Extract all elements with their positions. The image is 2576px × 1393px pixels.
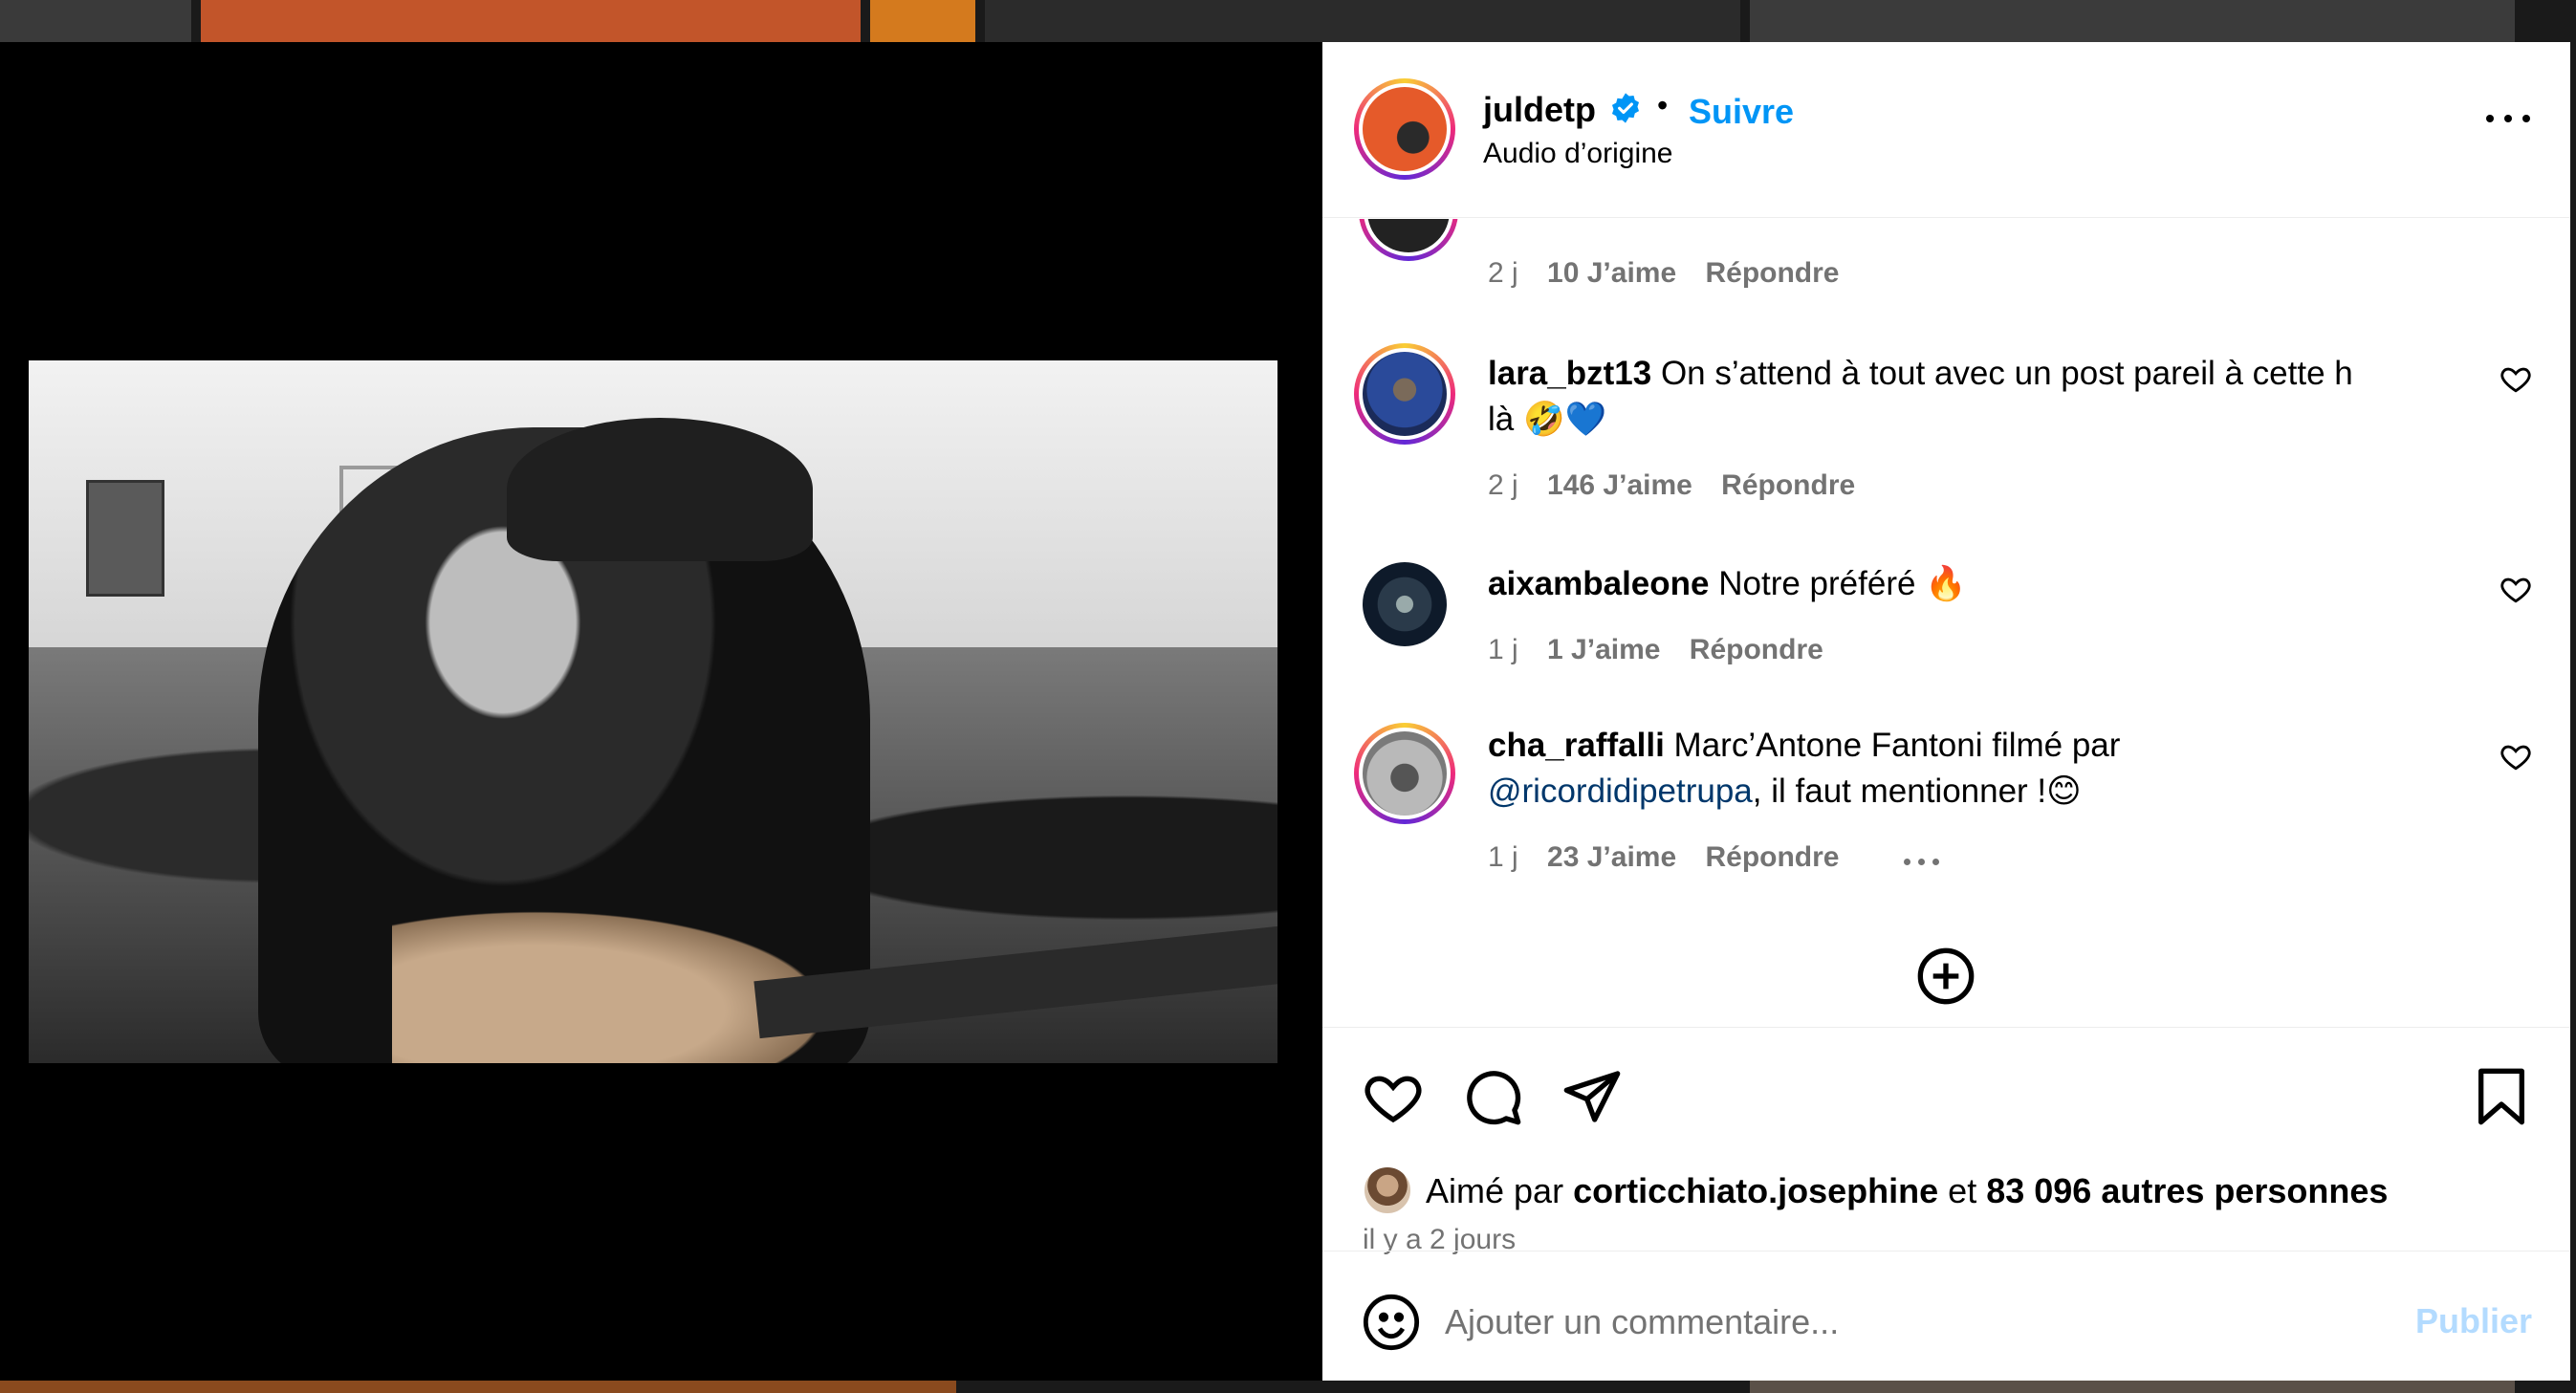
- comment-likes[interactable]: 10 J’aime: [1547, 257, 1676, 289]
- author-avatar-image: [1363, 87, 1447, 171]
- heart-icon[interactable]: [2500, 740, 2532, 773]
- bg-tile: [870, 0, 975, 42]
- comment-text: aixambaleone Notre préféré 🔥: [1488, 561, 2473, 607]
- comment-input[interactable]: [1445, 1295, 2305, 1349]
- comment-age: 2 j: [1488, 257, 1518, 289]
- header-separator: •: [1657, 88, 1669, 122]
- video-scene-cap: [507, 418, 813, 561]
- comment-username[interactable]: lara_bzt13: [1488, 355, 1651, 392]
- comment-age: 1 j: [1488, 634, 1518, 665]
- comment-avatar[interactable]: [1359, 219, 1458, 261]
- comment-composer: Publier: [1322, 1251, 2570, 1381]
- add-circle-icon[interactable]: [1915, 946, 1976, 1007]
- comment-age: 1 j: [1488, 841, 1518, 873]
- comment-body: Marc’Antone Fantoni filmé par: [1673, 727, 2121, 764]
- comment-mention[interactable]: @ricordidipetrupa: [1488, 773, 1753, 810]
- bg-tile: [985, 0, 1740, 42]
- comment-meta: 1 j 23 J’aime Répondre: [1488, 841, 1861, 874]
- post-side-panel: juldetp • Suivre Audio d’origine 2 j 10 …: [1322, 42, 2570, 1381]
- comment-likes[interactable]: 146 J’aime: [1547, 469, 1692, 501]
- comment-body: Notre préféré 🔥: [1718, 565, 1967, 602]
- reply-button[interactable]: Répondre: [1705, 841, 1839, 873]
- comment-avatar[interactable]: [1354, 343, 1455, 445]
- likes-and: et: [1948, 1171, 1977, 1210]
- comment-meta: 2 j 146 J’aime Répondre: [1488, 469, 1876, 502]
- comment-text: cha_raffalli Marc’Antone Fantoni filmé p…: [1488, 723, 2473, 815]
- likes-prefix: Aimé par: [1426, 1171, 1564, 1210]
- post-modal: juldetp • Suivre Audio d’origine 2 j 10 …: [0, 42, 2570, 1381]
- likes-count[interactable]: 83 096 autres personnes: [1986, 1171, 2388, 1210]
- likes-summary: Aimé par corticchiato.josephine et 83 09…: [1426, 1171, 2388, 1211]
- more-icon: [2486, 115, 2494, 122]
- bookmark-icon[interactable]: [2471, 1066, 2532, 1127]
- liker-username[interactable]: corticchiato.josephine: [1573, 1171, 1938, 1210]
- comment-icon[interactable]: [1462, 1066, 1523, 1127]
- comment-username[interactable]: aixambaleone: [1488, 565, 1710, 602]
- comment-avatar[interactable]: [1354, 723, 1455, 824]
- heart-icon[interactable]: [1363, 1066, 1424, 1127]
- comment-body-continued: , il faut mentionner !😊: [1752, 773, 2082, 810]
- bg-tile: [1750, 0, 2515, 42]
- verified-badge-icon: [1611, 93, 1640, 123]
- comments-list[interactable]: 2 j 10 J’aime Répondre lara_bzt13 On s’a…: [1322, 219, 2570, 1027]
- audio-link[interactable]: Audio d’origine: [1483, 138, 1672, 170]
- publish-button[interactable]: Publier: [2415, 1301, 2532, 1341]
- comment-body-continued: là 🤣💙: [1488, 401, 1607, 438]
- media-area: [0, 42, 1322, 1381]
- more-options-button[interactable]: [2486, 109, 2530, 128]
- follow-button[interactable]: Suivre: [1689, 92, 1794, 132]
- emoji-icon[interactable]: [1361, 1292, 1422, 1353]
- heart-icon[interactable]: [2500, 573, 2532, 605]
- reply-button[interactable]: Répondre: [1705, 257, 1839, 289]
- post-header: juldetp • Suivre Audio d’origine: [1322, 42, 2570, 218]
- comment-meta: 2 j 10 J’aime Répondre: [1488, 257, 1861, 290]
- video-scene-picture: [86, 480, 164, 597]
- video-player[interactable]: [29, 360, 1277, 1063]
- comment-avatar[interactable]: [1354, 554, 1455, 655]
- author-username[interactable]: juldetp: [1483, 90, 1596, 130]
- comment-username[interactable]: cha_raffalli: [1488, 727, 1665, 764]
- comment-text: lara_bzt13 On s’attend à tout avec un po…: [1488, 351, 2473, 443]
- heart-icon[interactable]: [2500, 362, 2532, 395]
- bg-tile: [201, 0, 861, 42]
- comment-likes[interactable]: 23 J’aime: [1547, 841, 1676, 873]
- comment-meta: 1 j 1 J’aime Répondre: [1488, 634, 1845, 666]
- liker-avatar[interactable]: [1363, 1165, 1412, 1215]
- comment-more-button[interactable]: [1904, 859, 1939, 865]
- more-icon: [1904, 859, 1910, 865]
- bg-tile: [0, 0, 191, 42]
- author-avatar[interactable]: [1354, 78, 1455, 180]
- reply-button[interactable]: Répondre: [1721, 469, 1855, 501]
- reply-button[interactable]: Répondre: [1690, 634, 1823, 665]
- comment-likes[interactable]: 1 J’aime: [1547, 634, 1660, 665]
- share-icon[interactable]: [1561, 1066, 1623, 1127]
- comment-body: On s’attend à tout avec un post pareil à…: [1660, 355, 2353, 392]
- comment-age: 2 j: [1488, 469, 1518, 501]
